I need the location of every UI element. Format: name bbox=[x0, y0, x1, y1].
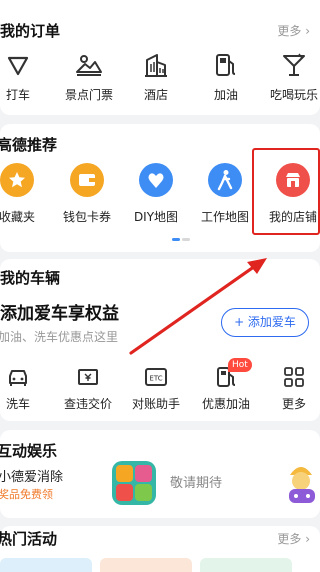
etc-icon: ETC bbox=[145, 368, 167, 386]
cocktail-icon bbox=[283, 53, 305, 76]
order-hotel-label: 酒店 bbox=[143, 88, 169, 102]
vehicle-etc[interactable]: ETC 对账助手 bbox=[124, 366, 188, 412]
etc-label: 对账助手 bbox=[131, 397, 181, 411]
favorites-label: 收藏夹 bbox=[0, 210, 36, 224]
order-fun[interactable]: 吃喝玩乐 bbox=[262, 50, 320, 102]
game-prize: 奖品免费领 bbox=[0, 488, 53, 501]
wallet-icon bbox=[79, 174, 95, 186]
star-icon bbox=[9, 172, 25, 188]
order-hotel[interactable]: 酒店 bbox=[124, 50, 188, 102]
game-name[interactable]: 小德爱消除 bbox=[0, 466, 63, 485]
highlight-box bbox=[252, 148, 320, 235]
recommend-diy-map[interactable]: DIY地图 bbox=[124, 163, 188, 229]
add-car-button[interactable]: + 添加爱车 bbox=[221, 308, 309, 337]
ticket-icon bbox=[78, 369, 98, 385]
car-wash-icon bbox=[9, 370, 27, 386]
activity-banner-3[interactable] bbox=[200, 558, 292, 572]
vehicle-more-label: 更多 bbox=[281, 397, 307, 411]
entertainment-card: 互动娱乐 小德爱消除 奖品免费领 敬请期待 bbox=[0, 430, 320, 518]
vehicle-car-wash[interactable]: 洗车 bbox=[0, 366, 50, 412]
wallet-icon-bg bbox=[70, 163, 104, 197]
game-icon[interactable] bbox=[112, 461, 156, 505]
vehicle-more[interactable]: 更多 bbox=[262, 366, 320, 412]
vehicle-violation[interactable]: 查违交价 bbox=[56, 366, 120, 412]
recommend-work-map[interactable]: 工作地图 bbox=[193, 163, 257, 229]
wallet-label: 钱包卡券 bbox=[62, 210, 112, 224]
walker-icon bbox=[217, 170, 233, 191]
order-tickets[interactable]: 景点门票 bbox=[57, 50, 121, 102]
entertainment-title: 互动娱乐 bbox=[0, 442, 58, 460]
order-taxi-label: 打车 bbox=[5, 88, 31, 102]
fuel-icon bbox=[216, 54, 236, 76]
hot-badge: Hot bbox=[228, 358, 252, 372]
activities-title: 热门活动 bbox=[0, 530, 58, 548]
grid-more-icon bbox=[284, 367, 304, 387]
vehicle-subtitle: 加油、洗车优惠点这里 bbox=[0, 330, 119, 344]
diy-map-icon-bg bbox=[139, 163, 173, 197]
coming-soon-label: 敬请期待 bbox=[170, 476, 223, 491]
taxi-icon bbox=[7, 56, 29, 76]
recommend-favorites[interactable]: 收藏夹 bbox=[0, 163, 49, 229]
activity-banner-2[interactable] bbox=[100, 558, 192, 572]
order-taxi[interactable]: 打车 bbox=[0, 50, 50, 102]
orders-more-link[interactable]: 更多 bbox=[277, 22, 310, 39]
activities-more-link[interactable]: 更多 bbox=[277, 530, 310, 547]
heart-map-icon bbox=[148, 173, 164, 188]
order-fuel-label: 加油 bbox=[213, 88, 239, 102]
vehicle-title: 我的车辆 bbox=[0, 269, 61, 287]
orders-card: 我的订单 更多 打车 景点门票 酒店 加油 bbox=[0, 0, 320, 115]
order-tickets-label: 景点门票 bbox=[64, 88, 114, 102]
favorites-icon-bg bbox=[0, 163, 34, 197]
car-wash-label: 洗车 bbox=[5, 397, 31, 411]
violation-label: 查违交价 bbox=[63, 397, 113, 411]
diy-map-label: DIY地图 bbox=[133, 210, 179, 224]
hotel-icon bbox=[145, 54, 167, 77]
orders-title: 我的订单 bbox=[0, 22, 61, 40]
order-fuel[interactable]: 加油 bbox=[194, 50, 258, 102]
page-dot bbox=[182, 238, 190, 241]
svg-text:ETC: ETC bbox=[149, 375, 162, 383]
work-map-icon-bg bbox=[208, 163, 242, 197]
vehicle-fuel-discount[interactable]: 优惠加油 bbox=[194, 366, 258, 412]
work-map-label: 工作地图 bbox=[200, 210, 250, 224]
page-dot-active bbox=[172, 238, 180, 241]
vehicle-headline: 添加爱车享权益 bbox=[0, 304, 119, 324]
fuel-discount-label: 优惠加油 bbox=[201, 397, 251, 411]
recommend-title: 高德推荐 bbox=[0, 136, 58, 154]
mascot-icon bbox=[289, 467, 315, 503]
activity-banner-1[interactable] bbox=[0, 558, 92, 572]
scenic-ticket-icon bbox=[76, 55, 102, 76]
order-fun-label: 吃喝玩乐 bbox=[269, 88, 319, 102]
recommend-wallet[interactable]: 钱包卡券 bbox=[55, 163, 119, 229]
